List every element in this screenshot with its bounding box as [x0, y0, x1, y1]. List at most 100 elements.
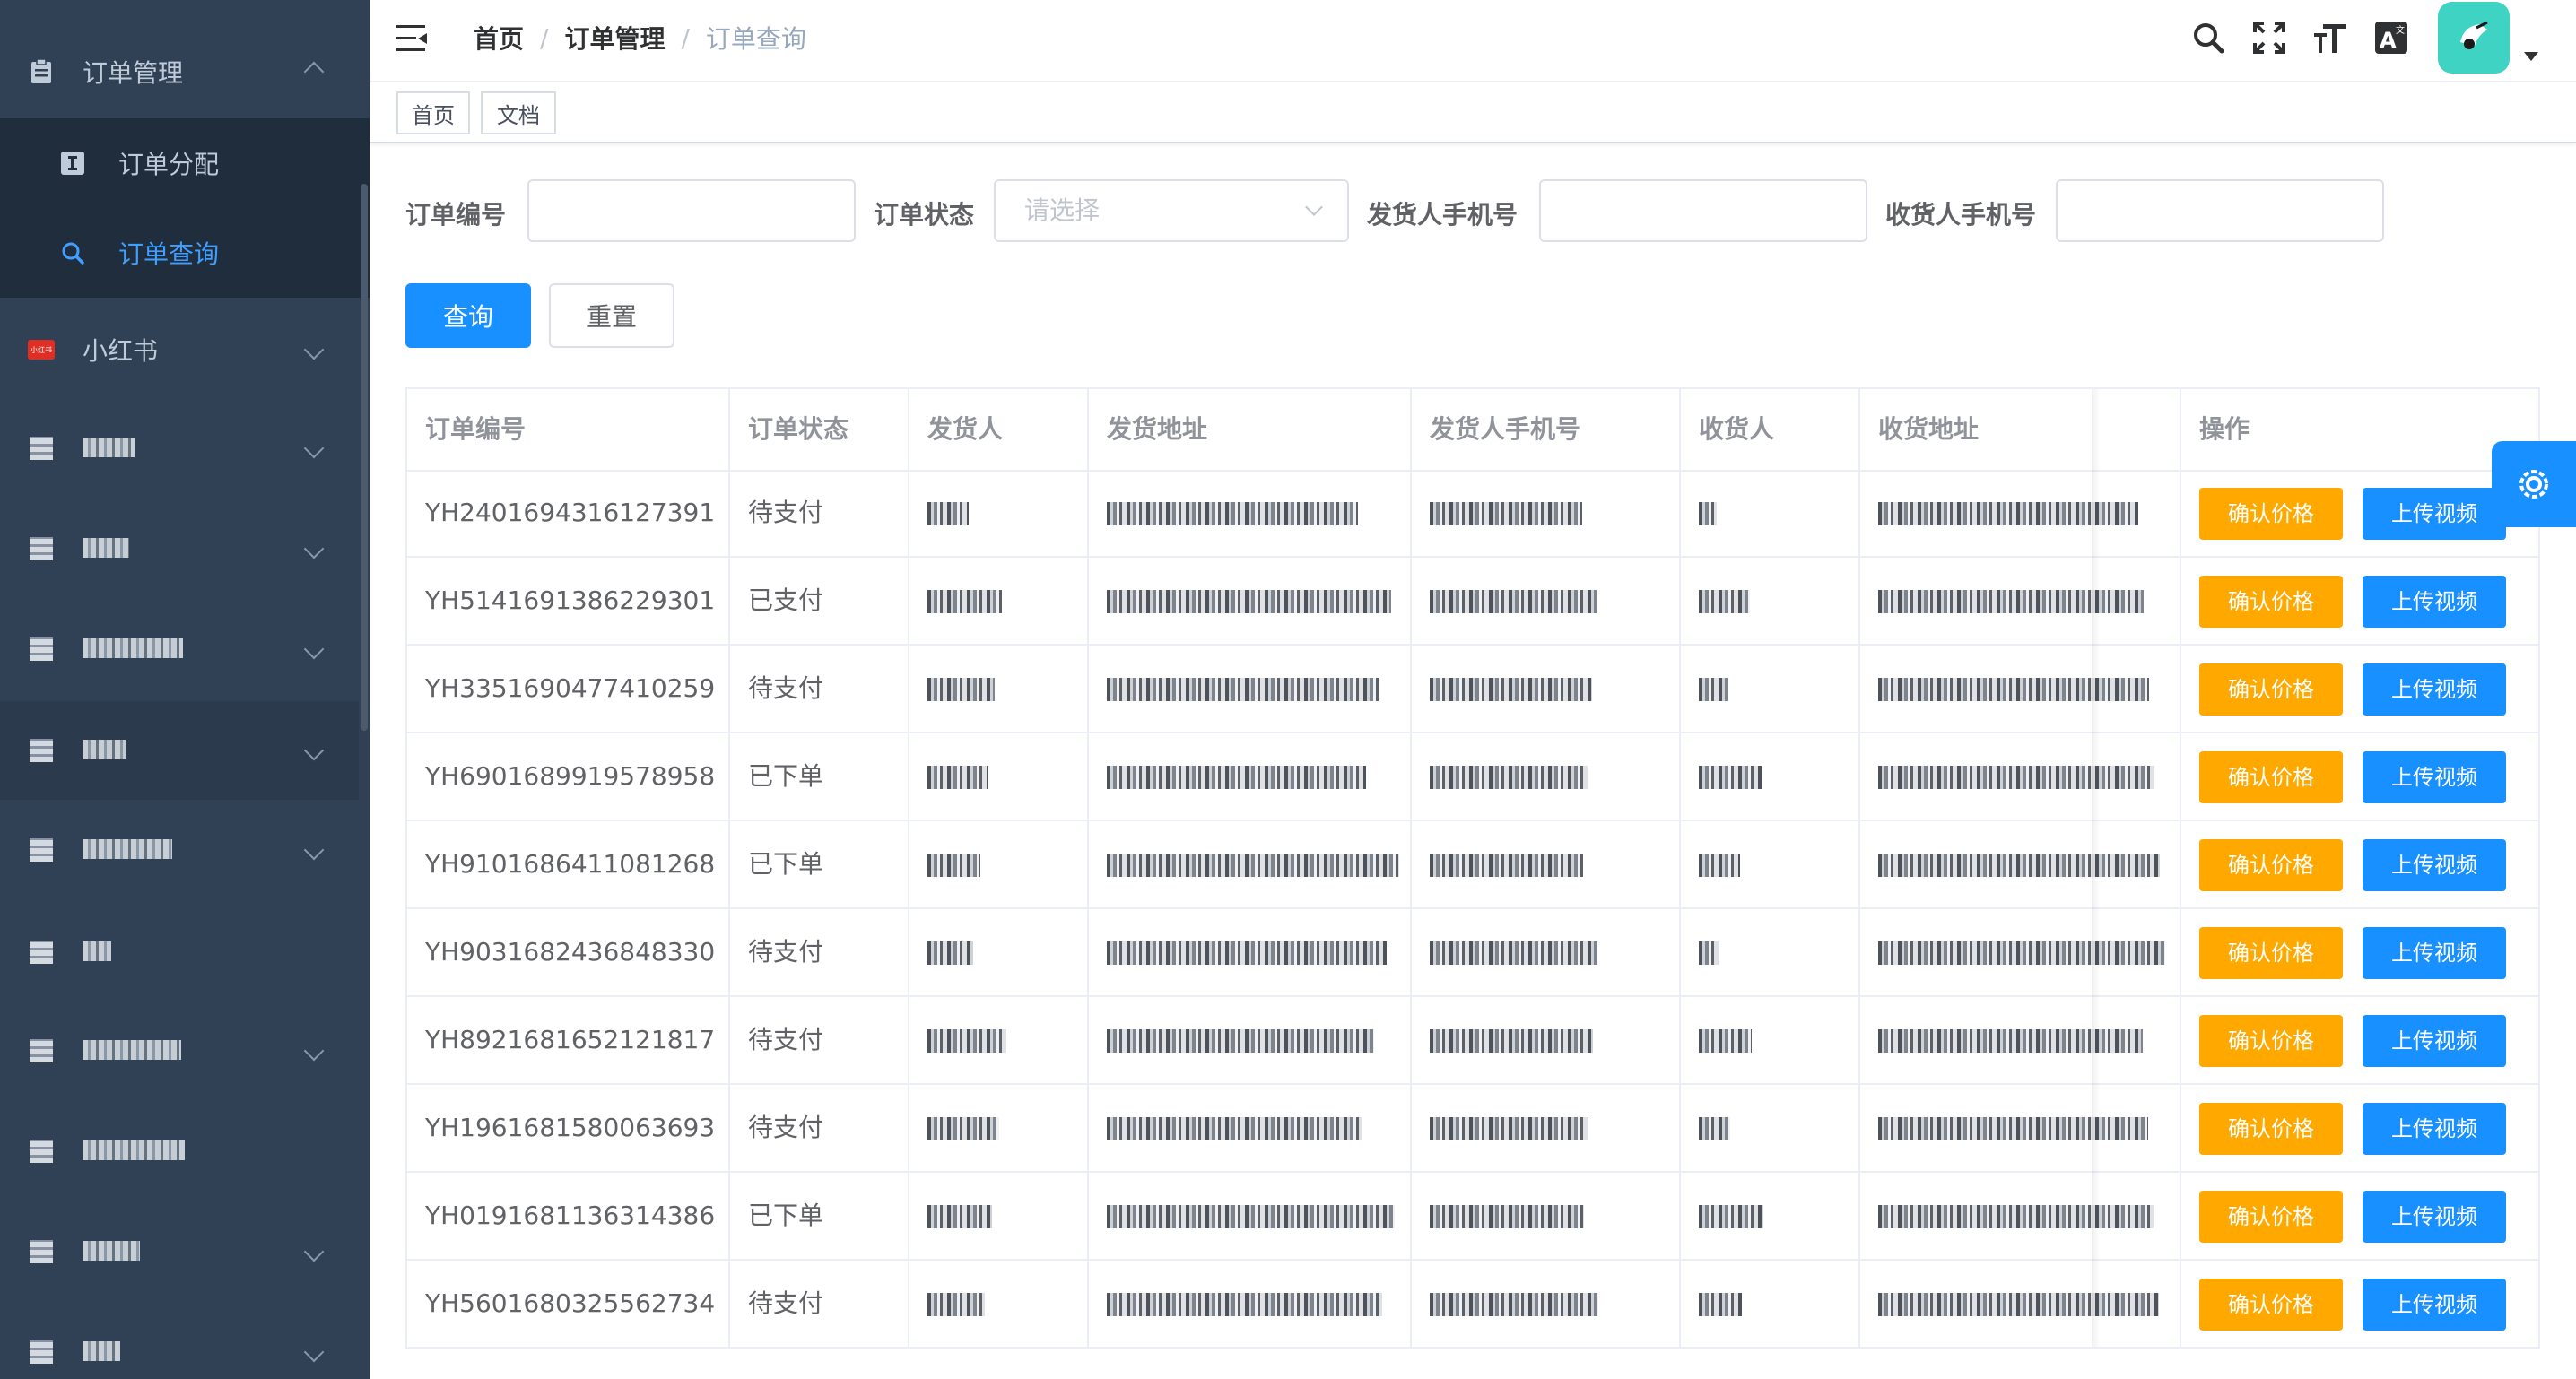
upload-video-button[interactable]: 上传视频: [2363, 488, 2506, 540]
upload-video-button[interactable]: 上传视频: [2363, 663, 2506, 716]
breadcrumb-home[interactable]: 首页: [474, 20, 524, 56]
clipboard-icon: [27, 57, 56, 86]
chevron-down-icon: [303, 1040, 325, 1062]
confirm-price-button[interactable]: 确认价格: [2199, 1015, 2343, 1067]
header-actions: 操作: [2199, 414, 2250, 444]
header-sender: 发货人: [909, 389, 1089, 470]
sidebar-item-order-assign[interactable]: 订单分配: [0, 118, 359, 208]
cell-obscured: [1860, 909, 2181, 995]
sidebar-group-obscured[interactable]: [0, 701, 359, 800]
upload-video-button[interactable]: 上传视频: [2363, 751, 2506, 803]
confirm-price-button[interactable]: 确认价格: [2199, 576, 2343, 628]
cell-obscured: [1860, 646, 2181, 732]
sender-phone-input[interactable]: [1539, 179, 1867, 242]
cell-order-no: YH9101686411081268: [407, 821, 730, 907]
confirm-price-button[interactable]: 确认价格: [2199, 1191, 2343, 1243]
table-row: YH5141691386229301 已支付 确认价格 上传视频: [407, 558, 2538, 646]
settings-gear-button[interactable]: [2492, 441, 2576, 527]
sender-phone-label: 发货人手机号: [1367, 200, 1519, 230]
font-size-icon[interactable]: [2312, 20, 2348, 56]
cell-obscured: [1412, 1173, 1681, 1259]
cell-status: 待支付: [730, 470, 909, 556]
confirm-price-button[interactable]: 确认价格: [2199, 1279, 2343, 1331]
avatar[interactable]: [2438, 2, 2510, 74]
obscured-text: [1107, 1205, 1395, 1228]
query-button[interactable]: 查询: [405, 283, 531, 348]
tag-home[interactable]: 首页: [396, 91, 470, 134]
cell-obscured: [1089, 733, 1412, 820]
sidebar-group-order-management[interactable]: 订单管理: [0, 36, 359, 108]
tag-docs[interactable]: 文档: [481, 91, 556, 134]
order-status-label: 订单状态: [874, 200, 975, 230]
obscured-label: [83, 1237, 140, 1267]
obscured-text: [1430, 678, 1592, 701]
cell-obscured: [1860, 470, 2181, 556]
obscured-text: [1699, 1205, 1763, 1228]
caret-down-icon[interactable]: [2524, 52, 2538, 61]
sidebar-group-xiaohongshu[interactable]: 小红书 小红书: [0, 314, 359, 386]
obscured-text: [1699, 1029, 1752, 1053]
receiver-phone-input[interactable]: [2056, 179, 2384, 242]
confirm-price-button[interactable]: 确认价格: [2199, 839, 2343, 891]
upload-video-button[interactable]: 上传视频: [2363, 1279, 2506, 1331]
upload-video-button[interactable]: 上传视频: [2363, 839, 2506, 891]
confirm-price-button[interactable]: 确认价格: [2199, 663, 2343, 716]
sidebar-group-obscured[interactable]: [0, 1115, 359, 1187]
obscured-icon: [27, 1137, 56, 1166]
upload-video-button[interactable]: 上传视频: [2363, 1103, 2506, 1155]
obscured-text: [1107, 1029, 1374, 1053]
obscured-icon: [27, 534, 56, 563]
cell-status: 已下单: [730, 733, 909, 820]
fullscreen-icon[interactable]: [2251, 20, 2287, 56]
cell-obscured: [1089, 997, 1412, 1083]
breadcrumb-order-management[interactable]: 订单管理: [564, 20, 665, 56]
upload-video-button[interactable]: 上传视频: [2363, 1191, 2506, 1243]
submenu-order: 订单分配 订单查询: [0, 118, 370, 298]
sidebar-item-label: 订单分配: [118, 150, 220, 179]
cell-obscured: [1089, 646, 1412, 732]
header-receiver: 收货人: [1681, 389, 1860, 470]
breadcrumb-current: 订单查询: [705, 24, 806, 54]
obscured-text: [1430, 1293, 1598, 1316]
table-row: YH2401694316127391 待支付 确认价格 上传视频: [407, 470, 2538, 558]
language-icon[interactable]: A文: [2373, 20, 2409, 56]
confirm-price-button[interactable]: 确认价格: [2199, 1103, 2343, 1155]
sidebar-group-obscured[interactable]: [0, 1216, 359, 1288]
obscured-text: [1878, 941, 2165, 965]
cell-obscured: [909, 470, 1089, 556]
obscured-text: [1430, 502, 1582, 525]
sidebar-item-order-query[interactable]: 订单查询: [0, 208, 359, 298]
order-no-input[interactable]: [527, 179, 856, 242]
cell-obscured: [1681, 470, 1860, 556]
obscured-text: [927, 502, 969, 525]
sidebar-group-obscured[interactable]: [0, 412, 359, 484]
cell-order-no: YH5141691386229301: [407, 558, 730, 644]
sidebar-group-obscured[interactable]: [0, 1316, 359, 1379]
upload-video-button[interactable]: 上传视频: [2363, 927, 2506, 979]
upload-video-button[interactable]: 上传视频: [2363, 1015, 2506, 1067]
cell-order-no: YH2401694316127391: [407, 470, 730, 556]
obscured-text: [927, 941, 973, 965]
cell-actions: 确认价格 上传视频: [2181, 733, 2538, 820]
confirm-price-button[interactable]: 确认价格: [2199, 488, 2343, 540]
confirm-price-button[interactable]: 确认价格: [2199, 927, 2343, 979]
sidebar-group-obscured[interactable]: [0, 814, 359, 886]
confirm-price-button[interactable]: 确认价格: [2199, 751, 2343, 803]
reset-button[interactable]: 重置: [549, 283, 674, 348]
cell-obscured: [1681, 1085, 1860, 1171]
sidebar-group-obscured[interactable]: [0, 613, 359, 685]
hamburger-menu-icon[interactable]: [396, 25, 427, 52]
sidebar-group-obscured[interactable]: [0, 513, 359, 585]
obscured-text: [1699, 678, 1728, 701]
sidebar-group-obscured[interactable]: [0, 1015, 359, 1087]
upload-video-button[interactable]: 上传视频: [2363, 576, 2506, 628]
sidebar-group-obscured[interactable]: [0, 916, 359, 988]
cell-actions: 确认价格 上传视频: [2181, 821, 2538, 907]
order-status-select[interactable]: 请选择: [994, 179, 1349, 242]
fixed-column-shadow: [2092, 389, 2101, 1347]
chevron-down-icon: [303, 1341, 325, 1363]
table-row: YH8921681652121817 待支付 确认价格 上传视频: [407, 997, 2538, 1085]
cell-actions: 确认价格 上传视频: [2181, 1085, 2538, 1171]
sidebar-scrollbar[interactable]: [361, 184, 368, 731]
search-icon[interactable]: [2190, 20, 2226, 56]
